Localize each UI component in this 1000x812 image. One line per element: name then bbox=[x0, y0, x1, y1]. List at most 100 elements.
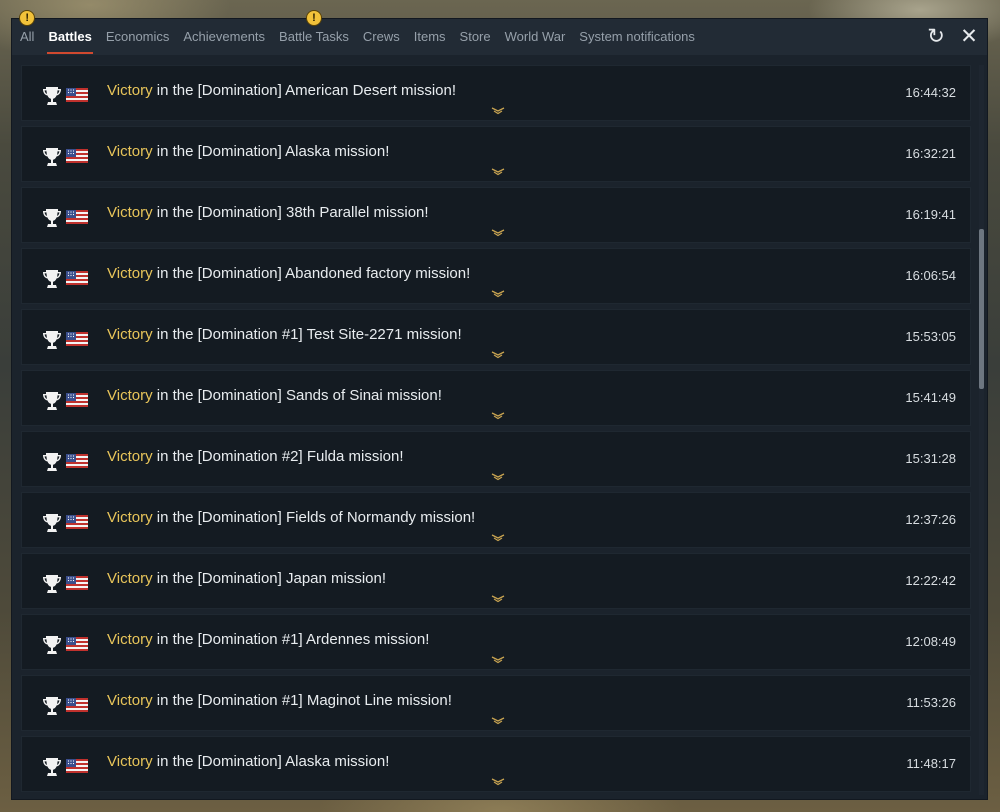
usa-flag-icon bbox=[66, 393, 88, 407]
victory-label: Victory bbox=[107, 265, 153, 282]
chevron-down-icon[interactable] bbox=[491, 290, 505, 298]
usa-flag-icon bbox=[66, 698, 88, 712]
chevron-down-icon[interactable] bbox=[491, 351, 505, 359]
tab-label: Store bbox=[459, 29, 491, 44]
notification-message: Victory in the [Domination] Fields of No… bbox=[107, 509, 475, 526]
tab-all[interactable]: ! All bbox=[13, 10, 41, 55]
mission-text: in the [Domination] Abandoned factory mi… bbox=[152, 265, 471, 282]
close-icon[interactable]: ✕ bbox=[956, 24, 982, 50]
trophy-icon bbox=[43, 758, 61, 776]
notification-row[interactable]: Victory in the [Domination] Alaska missi… bbox=[21, 126, 971, 182]
notification-message: Victory in the [Domination #1] Maginot L… bbox=[107, 692, 452, 709]
notification-message: Victory in the [Domination #1] Test Site… bbox=[107, 326, 462, 343]
notification-message: Victory in the [Domination #2] Fulda mis… bbox=[107, 448, 404, 465]
battle-notification-list: Victory in the [Domination] American Des… bbox=[21, 65, 971, 795]
notification-row[interactable]: Victory in the [Domination] Alaska missi… bbox=[21, 736, 971, 792]
notification-message: Victory in the [Domination] Alaska missi… bbox=[107, 753, 389, 770]
victory-label: Victory bbox=[107, 692, 153, 709]
chevron-down-icon[interactable] bbox=[491, 412, 505, 420]
trophy-icon bbox=[43, 209, 61, 227]
tab-battles[interactable]: Battles bbox=[41, 19, 98, 55]
usa-flag-icon bbox=[66, 759, 88, 773]
warning-icon: ! bbox=[19, 10, 36, 26]
notification-row[interactable]: Victory in the [Domination #1] Ardennes … bbox=[21, 614, 971, 670]
chevron-down-icon[interactable] bbox=[491, 168, 505, 176]
tab-label: Crews bbox=[362, 29, 400, 44]
tab-world-war[interactable]: World War bbox=[498, 19, 573, 55]
chevron-down-icon[interactable] bbox=[491, 778, 505, 786]
tab-economics[interactable]: Economics bbox=[99, 19, 177, 55]
notification-message: Victory in the [Domination] Japan missio… bbox=[107, 570, 386, 587]
trophy-icon bbox=[43, 636, 61, 654]
mission-text: in the [Domination] American Desert miss… bbox=[152, 82, 457, 99]
notification-row[interactable]: Victory in the [Domination #1] Test Site… bbox=[21, 309, 971, 365]
chevron-down-icon[interactable] bbox=[491, 717, 505, 725]
victory-label: Victory bbox=[107, 753, 153, 770]
tab-bar: ! All Battles Economics Achievements ! B… bbox=[12, 10, 987, 55]
notification-message: Victory in the [Domination] Alaska missi… bbox=[107, 143, 389, 160]
usa-flag-icon bbox=[66, 88, 88, 102]
tab-label: Achievements bbox=[183, 29, 266, 44]
trophy-icon bbox=[43, 392, 61, 410]
chevron-down-icon[interactable] bbox=[491, 656, 505, 664]
mission-text: in the [Domination] Japan mission! bbox=[152, 570, 387, 587]
notification-time: 11:48:17 bbox=[906, 756, 956, 771]
chevron-down-icon[interactable] bbox=[491, 595, 505, 603]
tab-items[interactable]: Items bbox=[407, 19, 453, 55]
chevron-down-icon[interactable] bbox=[491, 107, 505, 115]
notification-message: Victory in the [Domination] Sands of Sin… bbox=[107, 387, 442, 404]
victory-label: Victory bbox=[107, 326, 153, 343]
notification-row[interactable]: Victory in the [Domination] American Des… bbox=[21, 65, 971, 121]
tab-crews[interactable]: Crews bbox=[356, 19, 407, 55]
scrollbar-thumb[interactable] bbox=[979, 229, 984, 389]
mission-text: in the [Domination] Alaska mission! bbox=[152, 143, 390, 160]
notification-row[interactable]: Victory in the [Domination] Fields of No… bbox=[21, 492, 971, 548]
tab-label: Items bbox=[413, 29, 446, 44]
usa-flag-icon bbox=[66, 637, 88, 651]
notification-time: 12:37:26 bbox=[905, 512, 956, 527]
mission-text: in the [Domination #1] Maginot Line miss… bbox=[152, 692, 452, 709]
chevron-down-icon[interactable] bbox=[491, 229, 505, 237]
mission-text: in the [Domination] Fields of Normandy m… bbox=[152, 509, 476, 526]
notification-row[interactable]: Victory in the [Domination] Japan missio… bbox=[21, 553, 971, 609]
notification-row[interactable]: Victory in the [Domination] 38th Paralle… bbox=[21, 187, 971, 243]
mission-text: in the [Domination] 38th Parallel missio… bbox=[152, 204, 429, 221]
notification-message: Victory in the [Domination] American Des… bbox=[107, 82, 456, 99]
scrollbar[interactable] bbox=[979, 65, 984, 795]
notification-row[interactable]: Victory in the [Domination] Sands of Sin… bbox=[21, 370, 971, 426]
notification-message: Victory in the [Domination] Abandoned fa… bbox=[107, 265, 470, 282]
trophy-icon bbox=[43, 148, 61, 166]
tab-label: System notifications bbox=[579, 29, 695, 44]
trophy-icon bbox=[43, 87, 61, 105]
notification-row[interactable]: Victory in the [Domination #1] Maginot L… bbox=[21, 675, 971, 731]
notification-row[interactable]: Victory in the [Domination] Abandoned fa… bbox=[21, 248, 971, 304]
trophy-icon bbox=[43, 453, 61, 471]
tab-achievements[interactable]: Achievements bbox=[176, 19, 272, 55]
tab-battle-tasks[interactable]: ! Battle Tasks bbox=[272, 10, 356, 55]
trophy-icon bbox=[43, 514, 61, 532]
notifications-window: ! All Battles Economics Achievements ! B… bbox=[11, 10, 988, 800]
notification-time: 11:53:26 bbox=[906, 695, 956, 710]
tab-label: Battles bbox=[48, 29, 92, 44]
chevron-down-icon[interactable] bbox=[491, 473, 505, 481]
tab-label: World War bbox=[504, 29, 566, 44]
tab-label: Battle Tasks bbox=[279, 29, 349, 44]
notification-time: 16:06:54 bbox=[905, 268, 956, 283]
tab-store[interactable]: Store bbox=[453, 19, 498, 55]
victory-label: Victory bbox=[107, 509, 153, 526]
notification-time: 16:32:21 bbox=[905, 146, 956, 161]
chevron-down-icon[interactable] bbox=[491, 534, 505, 542]
victory-label: Victory bbox=[107, 387, 153, 404]
tab-label: All bbox=[20, 29, 35, 44]
mission-text: in the [Domination #2] Fulda mission! bbox=[152, 448, 404, 465]
refresh-icon[interactable]: ↻ bbox=[923, 24, 949, 50]
victory-label: Victory bbox=[107, 570, 153, 587]
notification-row[interactable]: Victory in the [Domination #2] Fulda mis… bbox=[21, 431, 971, 487]
notification-time: 16:44:32 bbox=[905, 85, 956, 100]
tab-system-notifications[interactable]: System notifications bbox=[572, 19, 702, 55]
victory-label: Victory bbox=[107, 448, 153, 465]
usa-flag-icon bbox=[66, 515, 88, 529]
usa-flag-icon bbox=[66, 271, 88, 285]
notification-time: 15:53:05 bbox=[905, 329, 956, 344]
warning-icon: ! bbox=[305, 10, 322, 26]
